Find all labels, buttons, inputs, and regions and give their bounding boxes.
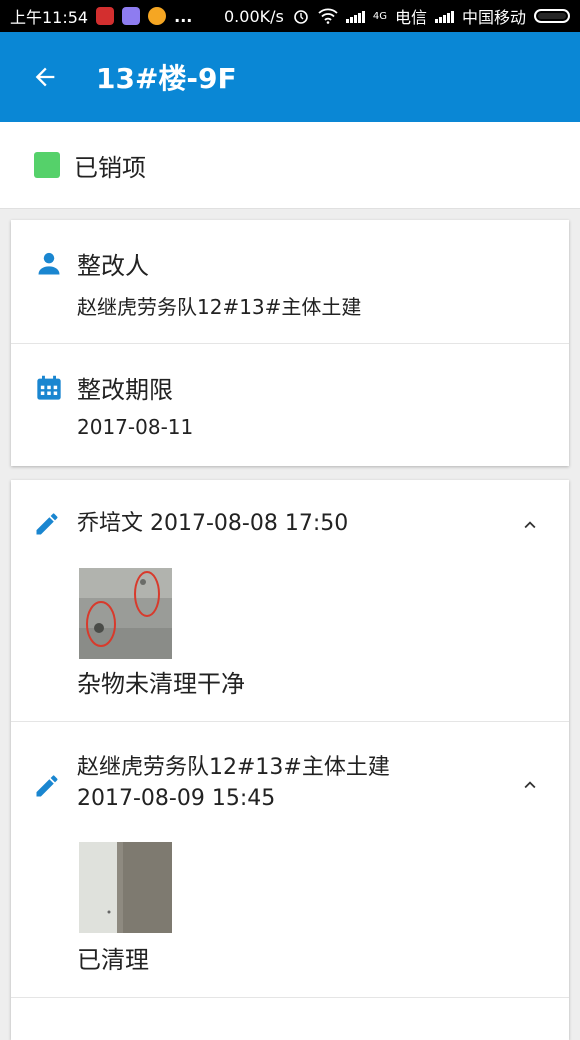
purple-app-icon — [122, 7, 141, 25]
signal-2-icon — [434, 9, 454, 23]
log-entry: 赵继虎劳务队12#13#主体土建 2017-08-09 15:45 已清理 — [11, 722, 569, 998]
pencil-icon — [33, 772, 61, 800]
back-button[interactable] — [0, 32, 90, 122]
rectification-info-card: 整改人 赵继虎劳务队12#13#主体土建 整改期限 2017-08-11 — [11, 220, 569, 466]
person-icon — [35, 250, 63, 278]
network-speed: 0.00K/s — [224, 6, 284, 26]
assignee-section: 整改人 赵继虎劳务队12#13#主体土建 — [11, 220, 569, 343]
page-title: 13#楼-9F — [96, 62, 237, 95]
signal-1-icon — [345, 9, 365, 23]
weibo-icon — [148, 7, 167, 25]
arrow-left-icon — [31, 63, 59, 91]
status-bar: 上午11:54 ... 0.00K/s 4G 电信 中国移动 — [0, 0, 580, 32]
log-card: 乔培文 2017-08-08 17:50 杂物未清理干净 赵继虎劳务队12#13… — [11, 480, 569, 1040]
pencil-icon — [33, 510, 61, 538]
carrier-1: 电信 — [394, 8, 427, 27]
chevron-up-icon[interactable] — [519, 774, 541, 796]
log-author-time: 乔培文 2017-08-08 17:50 — [77, 511, 349, 536]
log-note: 已清理 — [77, 946, 149, 974]
calendar-icon — [35, 374, 63, 402]
status-time: 上午11:54 — [10, 8, 89, 27]
app-bar: 13#楼-9F — [0, 32, 580, 122]
more-notifications: ... — [174, 6, 193, 26]
carrier-2: 中国移动 — [461, 8, 526, 27]
log-author: 赵继虎劳务队12#13#主体土建 — [77, 755, 390, 780]
log-note: 杂物未清理干净 — [77, 670, 245, 698]
network-4g: 4G — [372, 10, 387, 22]
wifi-icon — [318, 8, 338, 24]
log-time: 2017-08-09 15:45 — [77, 786, 276, 811]
status-color-swatch — [34, 152, 60, 178]
log-entry: 乔培文 2017-08-08 17:50 杂物未清理干净 — [11, 480, 569, 722]
battery-icon — [534, 9, 570, 23]
status-label: 已销项 — [74, 153, 146, 182]
status-indicator: 已销项 — [0, 122, 580, 209]
news-app-icon — [96, 7, 115, 25]
deadline-section: 整改期限 2017-08-11 — [11, 343, 569, 466]
log-photo[interactable] — [79, 568, 172, 659]
assignee-value: 赵继虎劳务队12#13#主体土建 — [77, 295, 362, 319]
chevron-up-icon[interactable] — [519, 514, 541, 536]
log-photo[interactable] — [79, 842, 172, 933]
assignee-label: 整改人 — [77, 252, 149, 280]
alarm-icon — [292, 7, 310, 25]
deadline-label: 整改期限 — [77, 376, 173, 404]
deadline-value: 2017-08-11 — [77, 415, 194, 439]
